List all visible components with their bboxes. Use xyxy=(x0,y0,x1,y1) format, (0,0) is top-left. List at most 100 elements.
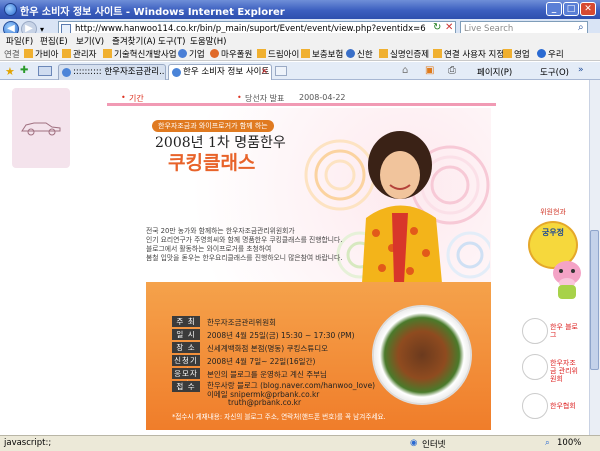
zoom-icon[interactable]: ⌕ xyxy=(545,438,550,448)
link-item[interactable]: 실명인증제 xyxy=(390,48,429,60)
menu-bar: 파일(F) 편집(E) 보기(V) 즐겨찾기(A) 도구(T) 도움말(H) xyxy=(0,33,600,47)
row-value-date: 2008년 4월 25일(금) 15:30 ~ 17:30 (PM) xyxy=(207,331,355,340)
announce-label: 당선자 발표 xyxy=(245,94,285,103)
tab-hanwoo-admin[interactable]: :::::::::: 한우자조금관리... xyxy=(58,64,166,80)
link-item[interactable]: 기업 xyxy=(189,48,205,60)
feeds-icon[interactable]: ▣ xyxy=(425,65,434,76)
blog-logo-icon xyxy=(522,318,548,344)
row-value-venue: 신세계백화점 본점(명동) 쿠킹스튜디오 xyxy=(207,344,329,353)
title-bar: 한우 소비자 정보 사이트 - Windows Internet Explore… xyxy=(0,0,600,19)
status-text: javascript:; xyxy=(4,438,52,448)
row-label-host: 주 최 xyxy=(172,316,200,327)
link-item[interactable]: 영업 xyxy=(514,48,530,60)
link-item[interactable]: 신한 xyxy=(357,48,373,60)
menu-favorites[interactable]: 즐겨찾기(A) xyxy=(112,35,156,47)
sidebar-link-committee[interactable]: 한우자조금 관리위원회 xyxy=(522,354,582,383)
sidebar-link-blog[interactable]: 한우 블로그 xyxy=(522,318,582,346)
sidebar-promo-card[interactable]: 위원현과 궁우정 xyxy=(522,205,584,315)
menu-tools[interactable]: 도구(T) xyxy=(158,35,185,47)
row-label-venue: 장 소 xyxy=(172,342,200,353)
link-item[interactable]: 마우폴원 xyxy=(221,48,252,60)
home-icon[interactable]: ⌂ xyxy=(402,65,408,76)
chef-photo xyxy=(362,131,442,283)
cow-mascot-icon xyxy=(553,261,581,299)
stop-icon[interactable]: ✕ xyxy=(445,22,453,33)
intro-line: 블로그에서 활동하는 와이프로거를 초청하여 xyxy=(146,245,272,253)
refresh-icon[interactable]: ↻ xyxy=(433,22,441,33)
tab-consumer-site[interactable]: 한우 소비자 정보 사이트 ✕ xyxy=(168,64,272,80)
banner-tag: 한우자조금과 와이프로거가 함께 하는 xyxy=(152,120,274,132)
row-label-submit: 접 수 xyxy=(172,381,200,392)
link-item[interactable]: 연결 사용자 지정 xyxy=(444,48,504,60)
row-label-eligibility: 응모자격 xyxy=(172,368,200,389)
links-bar: 연결 가비아 관리자 기술혁신개발사업 기업 마우폴원 드림아이 보충보험 신한… xyxy=(0,47,600,61)
tab-row: ★ ✚ :::::::::: 한우자조금관리... 한우 소비자 정보 사이트 … xyxy=(0,62,600,80)
link-folder-icon xyxy=(433,49,442,58)
tab-close-icon[interactable]: ✕ xyxy=(261,65,268,79)
menu-help[interactable]: 도움말(H) xyxy=(190,35,226,47)
link-item[interactable]: 가비아 xyxy=(35,48,58,60)
link-folder-icon xyxy=(301,49,310,58)
period-label: 기간 xyxy=(129,94,144,103)
sidebar-link-label: 한우자조금 관리위원회 xyxy=(550,359,578,383)
window-title: 한우 소비자 정보 사이트 - Windows Internet Explore… xyxy=(20,7,285,18)
event-footnote: *접수시 게재내용: 자신의 블로그 주소, 연락처(핸드폰 번호)를 꼭 남겨… xyxy=(172,413,386,421)
dish-photo xyxy=(372,305,472,405)
link-folder-icon xyxy=(24,49,33,58)
row-value-host: 한우자조금관리위원회 xyxy=(207,318,276,327)
maximize-button[interactable]: □ xyxy=(563,2,579,16)
link-folder-icon xyxy=(379,49,388,58)
link-folder-icon xyxy=(103,49,112,58)
ie-icon xyxy=(4,3,17,16)
new-tab-button[interactable] xyxy=(275,66,287,76)
intro-line: 전국 20만 농가와 함께하는 한우자조금관리위원회가 xyxy=(146,227,295,235)
search-icon[interactable]: ⌕ xyxy=(578,22,584,33)
close-button[interactable]: ✕ xyxy=(580,2,596,16)
more-chevron-icon[interactable]: » xyxy=(578,65,584,75)
menu-edit[interactable]: 편집(E) xyxy=(40,35,68,47)
page-menu[interactable]: 페이지(P) xyxy=(477,66,512,78)
zone-label: 인터넷 xyxy=(422,440,446,450)
announce-date: 2008-04-22 xyxy=(299,93,346,102)
menu-file[interactable]: 파일(F) xyxy=(6,35,33,47)
association-logo-icon xyxy=(522,393,548,419)
event-header: • 기간 • 당선자 발표 2008-04-22 xyxy=(107,80,496,106)
event-main-title: 쿠킹클래스 xyxy=(168,152,256,174)
link-item[interactable]: 드림아이 xyxy=(268,48,299,60)
link-item[interactable]: 기술혁신개발사업 xyxy=(114,48,177,60)
link-item[interactable]: 보충보험 xyxy=(312,48,343,60)
zoom-level[interactable]: 100% xyxy=(557,438,581,448)
sidebar-link-association[interactable]: 한우협회 xyxy=(522,393,582,421)
sidebar-card-heading: 위원현과 xyxy=(540,208,566,216)
favorites-star-icon[interactable]: ★ xyxy=(5,65,15,78)
row-value-period: 2008년 4월 7일~ 22일(16일간) xyxy=(207,357,316,366)
event-intro: 전국 20만 농가와 함께하는 한우자조금관리위원회가 인기 요리연구가 주영희… xyxy=(146,227,356,263)
sidebar-link-label: 한우 블로그 xyxy=(550,323,578,339)
tab-list-icon[interactable] xyxy=(38,66,52,76)
announce-bullet: • xyxy=(237,93,242,102)
period-bullet: • xyxy=(121,93,126,102)
row-label-date: 일 시 xyxy=(172,329,200,340)
intro-line: 인기 요리연구가 주영희씨와 함께 명품한우 쿠킹클래스를 진행합니다. xyxy=(146,236,343,244)
link-folder-icon xyxy=(257,49,266,58)
row-label-period: 신청기간 xyxy=(172,355,200,376)
car-icon xyxy=(21,122,61,136)
menu-view[interactable]: 보기(V) xyxy=(76,35,104,47)
add-favorite-icon[interactable]: ✚ xyxy=(20,65,28,76)
internet-zone-icon: ◉ xyxy=(410,438,418,448)
links-label: 연결 xyxy=(4,50,20,60)
link-page-icon xyxy=(537,49,546,58)
scrollbar-thumb[interactable] xyxy=(590,230,599,370)
link-item[interactable]: 우리 xyxy=(548,48,564,60)
contact-email-2: truth@prbank.co.kr xyxy=(228,398,302,407)
tools-menu[interactable]: 도구(O) xyxy=(540,66,569,78)
intro-line: 봄철 입맛을 돋우는 한우요리클래스를 진행하오니 많은참여 바랍니다. xyxy=(146,254,343,262)
committee-logo-icon xyxy=(522,354,548,380)
minimize-button[interactable]: _ xyxy=(546,2,562,16)
link-folder-icon xyxy=(62,49,71,58)
print-icon[interactable]: ⎙ xyxy=(448,65,456,76)
link-item[interactable]: 관리자 xyxy=(73,48,96,60)
tab-page-icon xyxy=(172,68,181,77)
link-page-icon xyxy=(178,49,187,58)
link-page-icon xyxy=(346,49,355,58)
